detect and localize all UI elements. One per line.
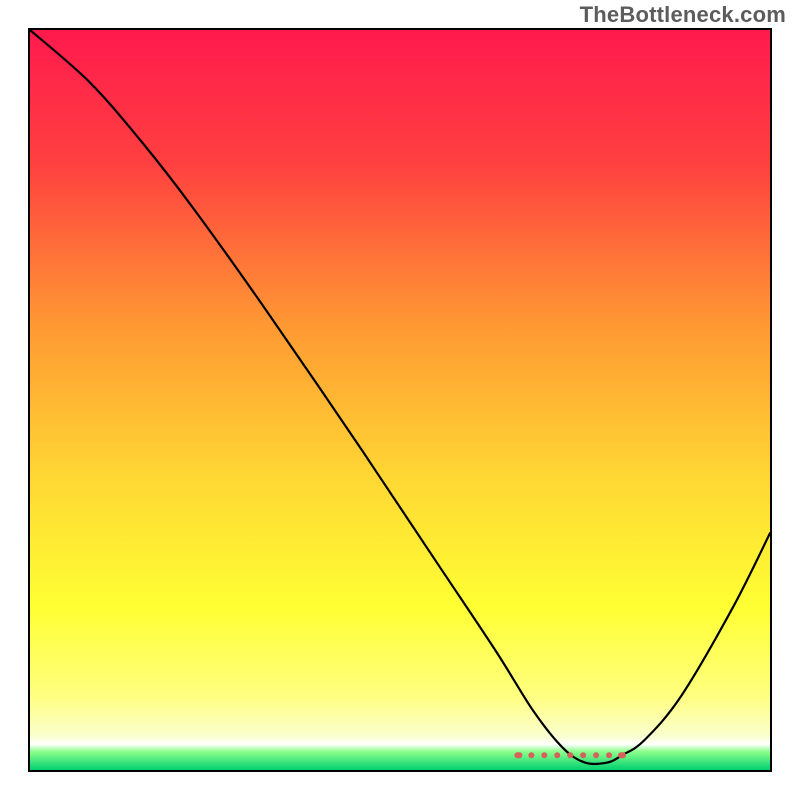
chart-svg [30,30,770,770]
min-marker-dash [514,752,522,758]
min-marker-dash [528,752,534,758]
min-marker-dash [567,752,573,758]
min-marker-dash [554,752,560,758]
min-marker-dash [580,752,586,758]
watermark-text: TheBottleneck.com [580,2,786,28]
stage: TheBottleneck.com [0,0,800,800]
minimum-marker-cluster [514,752,626,758]
min-marker-dash [541,752,547,758]
plot-area [30,30,770,770]
min-marker-dash [618,752,626,758]
min-marker-dash [606,752,612,758]
plot-frame [28,28,772,772]
min-marker-dash [593,752,599,758]
